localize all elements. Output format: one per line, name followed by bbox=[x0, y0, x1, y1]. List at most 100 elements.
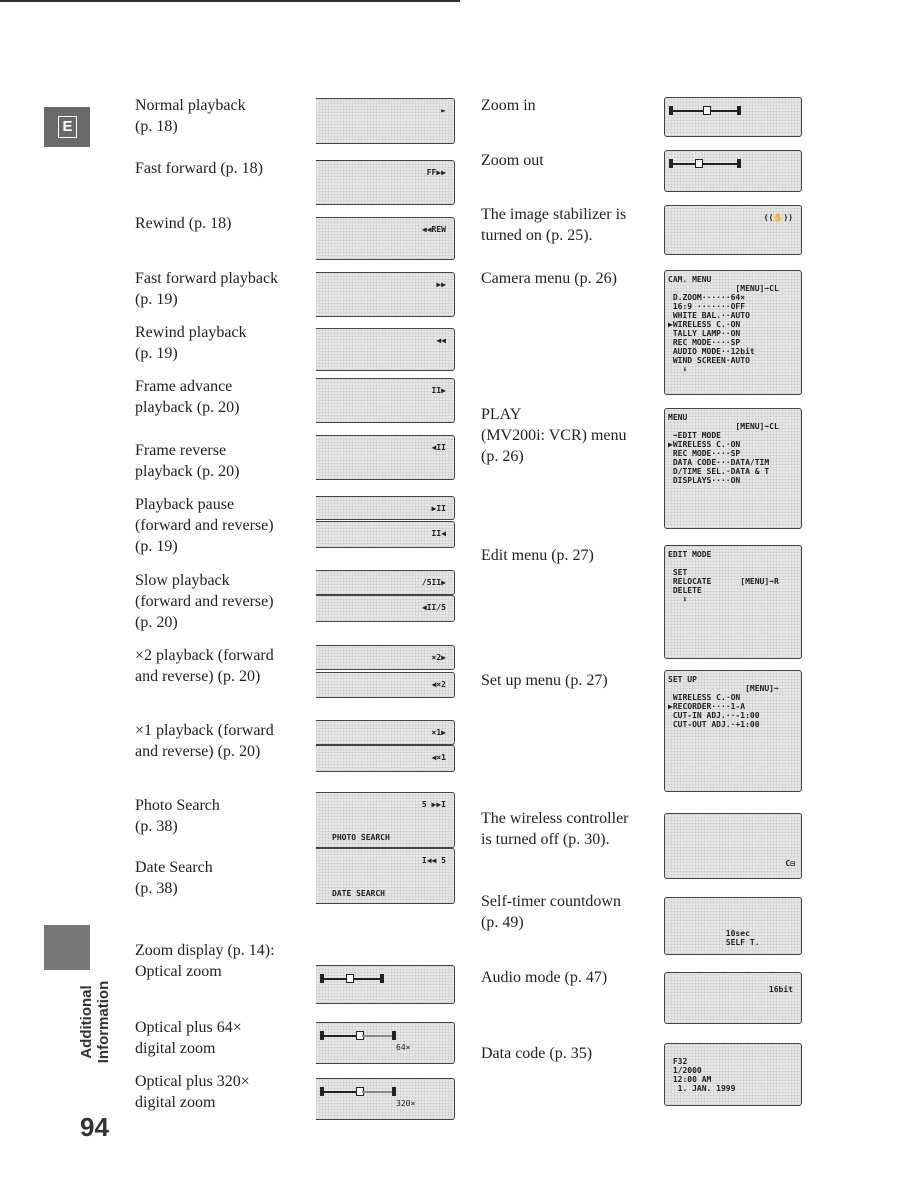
screen-indicator: ◀◀REW bbox=[421, 225, 446, 234]
screen-menu-text: MENU [MENU]➡CL ➡EDIT MODE ▶WIRELESS C.·O… bbox=[668, 413, 779, 485]
screen-display: ◀×2 bbox=[316, 672, 455, 698]
item-label: Edit menu (p. 27) bbox=[481, 547, 594, 564]
screen-menu-text: 10sec SELF T. bbox=[725, 929, 760, 947]
section-letter: E bbox=[58, 116, 77, 138]
section-tab: E bbox=[44, 107, 90, 147]
item-label: Zoom out bbox=[481, 152, 544, 169]
item-label: Frame advance playback (p. 20) bbox=[135, 378, 240, 416]
screen-menu-text: SET UP [MENU]➡ WIRELESS C.·ON ▶RECORDER·… bbox=[668, 675, 779, 729]
screen-display: EDIT MODE SET RELOCATE [MENU]➡R DELETE ⬇ bbox=[664, 545, 802, 659]
screen-display: SET UP [MENU]➡ WIRELESS C.·ON ▶RECORDER·… bbox=[664, 670, 802, 792]
screen-display: ▶▶ bbox=[316, 272, 455, 317]
screen-indicator: I◀◀ 5 bbox=[421, 856, 446, 865]
item-label: ×1 playback (forward and reverse) (p. 20… bbox=[135, 722, 274, 760]
screen-display: II▶ bbox=[316, 378, 455, 423]
item-label: Optical plus 64× digital zoom bbox=[135, 1019, 242, 1057]
screen-display: ((✋)) bbox=[664, 205, 802, 255]
screen-indicator: 5 ▶▶I bbox=[421, 800, 446, 809]
zoom-bar-end bbox=[737, 159, 741, 168]
screen-display: ◀II bbox=[316, 435, 455, 480]
screen-display: 5 ▶▶I PHOTO SEARCH bbox=[316, 792, 455, 848]
screen-display: ×2▶ bbox=[316, 645, 455, 670]
screen-display: II◀ bbox=[316, 521, 455, 548]
screen-indicator: ▶▶ bbox=[436, 280, 446, 289]
screen-indicator: ► bbox=[441, 106, 446, 115]
item-label: Data code (p. 35) bbox=[481, 1045, 593, 1062]
screen-display: ×1▶ bbox=[316, 720, 455, 745]
item-label: Slow playback (forward and reverse) (p. … bbox=[135, 572, 274, 631]
item-label: Rewind (p. 18) bbox=[135, 215, 232, 232]
screen-indicator: ((✋)) bbox=[763, 213, 793, 222]
item-label: Self-timer countdown (p. 49) bbox=[481, 893, 621, 931]
item-label: Fast forward playback (p. 19) bbox=[135, 270, 279, 308]
item-label: Set up menu (p. 27) bbox=[481, 672, 608, 689]
item-label: The image stabilizer is turned on (p. 25… bbox=[481, 206, 627, 244]
screen-display: ◀×1 bbox=[316, 745, 455, 772]
screen-display bbox=[664, 97, 802, 137]
screen-indicator: /5II▶ bbox=[421, 578, 446, 587]
screen-display: 320× bbox=[316, 1078, 455, 1120]
item-label: Zoom display (p. 14): Optical zoom bbox=[135, 942, 275, 980]
screen-display: ◀◀ bbox=[316, 328, 455, 371]
item-label: Rewind playback (p. 19) bbox=[135, 324, 247, 362]
item-label: Date Search (p. 38) bbox=[135, 859, 213, 897]
screen-display: I◀◀ 5 DATE SEARCH bbox=[316, 848, 455, 904]
screen-display bbox=[664, 150, 802, 192]
manual-page: E Additional Information 94 Normal playb… bbox=[0, 0, 918, 1188]
screen-display: MENU [MENU]➡CL ➡EDIT MODE ▶WIRELESS C.·O… bbox=[664, 408, 802, 529]
item-label: Photo Search (p. 38) bbox=[135, 797, 220, 835]
screen-indicator: ◀×1 bbox=[431, 753, 446, 762]
item-label: PLAY (MV200i: VCR) menu (p. 26) bbox=[481, 406, 627, 465]
zoom-position-knob bbox=[703, 106, 711, 115]
screen-caption: 64× bbox=[396, 1043, 411, 1052]
digital-zoom-bar bbox=[362, 1091, 392, 1093]
item-label: Fast forward (p. 18) bbox=[135, 160, 263, 177]
screen-indicator: ◀◀ bbox=[436, 336, 446, 345]
screen-display: ▶II bbox=[316, 496, 455, 520]
screen-indicator: ◀II bbox=[431, 443, 446, 452]
zoom-bar-end bbox=[737, 106, 741, 115]
screen-indicator: ▶II bbox=[431, 504, 446, 513]
screen-display: 64× bbox=[316, 1022, 455, 1064]
chapter-title: Additional Information bbox=[78, 980, 112, 1064]
item-label: Zoom in bbox=[481, 97, 536, 114]
item-label: The wireless controller is turned off (p… bbox=[481, 810, 629, 848]
screen-menu-text: EDIT MODE SET RELOCATE [MENU]➡R DELETE ⬇ bbox=[668, 550, 779, 604]
screen-indicator: ◀×2 bbox=[431, 680, 446, 689]
screen-display: 10sec SELF T. bbox=[664, 897, 802, 955]
screen-display: CAM. MENU [MENU]➡CL D.ZOOM······64× 16:9… bbox=[664, 270, 802, 395]
screen-display: ► bbox=[316, 98, 455, 144]
top-rule bbox=[0, 0, 460, 2]
screen-menu-text: CAM. MENU [MENU]➡CL D.ZOOM······64× 16:9… bbox=[668, 275, 779, 374]
item-label: Camera menu (p. 26) bbox=[481, 270, 617, 287]
screen-indicator: ×2▶ bbox=[431, 653, 446, 662]
item-label: Optical plus 320× digital zoom bbox=[135, 1073, 250, 1111]
screen-indicator: ◀II/5 bbox=[421, 603, 446, 612]
screen-display bbox=[316, 965, 455, 1004]
item-label: Playback pause (forward and reverse) (p.… bbox=[135, 496, 274, 555]
item-label: ×2 playback (forward and reverse) (p. 20… bbox=[135, 647, 274, 685]
screen-display: FF▶▶ bbox=[316, 160, 455, 205]
screen-indicator: 16bit bbox=[768, 985, 793, 994]
screen-display: F32 1/2000 12:00 AM 1. JAN. 1999 bbox=[664, 1043, 802, 1106]
page-number: 94 bbox=[80, 1112, 109, 1142]
screen-display: C⊟ bbox=[664, 813, 802, 879]
screen-indicator: II▶ bbox=[431, 386, 446, 395]
screen-display: ◀II/5 bbox=[316, 595, 455, 622]
zoom-bar-end bbox=[392, 1031, 396, 1040]
screen-display: /5II▶ bbox=[316, 570, 455, 595]
screen-caption: 320× bbox=[396, 1099, 416, 1108]
screen-menu-text: F32 1/2000 12:00 AM 1. JAN. 1999 bbox=[672, 1057, 736, 1093]
screen-display: ◀◀REW bbox=[316, 217, 455, 260]
zoom-bar-end bbox=[380, 974, 384, 983]
zoom-position-knob bbox=[346, 974, 354, 983]
zoom-position-knob bbox=[695, 159, 703, 168]
item-label: Normal playback (p. 18) bbox=[135, 97, 246, 135]
screen-indicator: II◀ bbox=[431, 529, 446, 538]
screen-caption: DATE SEARCH bbox=[332, 889, 385, 898]
screen-indicator: C⊟ bbox=[785, 859, 795, 868]
digital-zoom-bar bbox=[362, 1035, 392, 1037]
zoom-bar bbox=[671, 163, 737, 165]
zoom-bar-end bbox=[392, 1087, 396, 1096]
screen-caption: PHOTO SEARCH bbox=[332, 833, 390, 842]
